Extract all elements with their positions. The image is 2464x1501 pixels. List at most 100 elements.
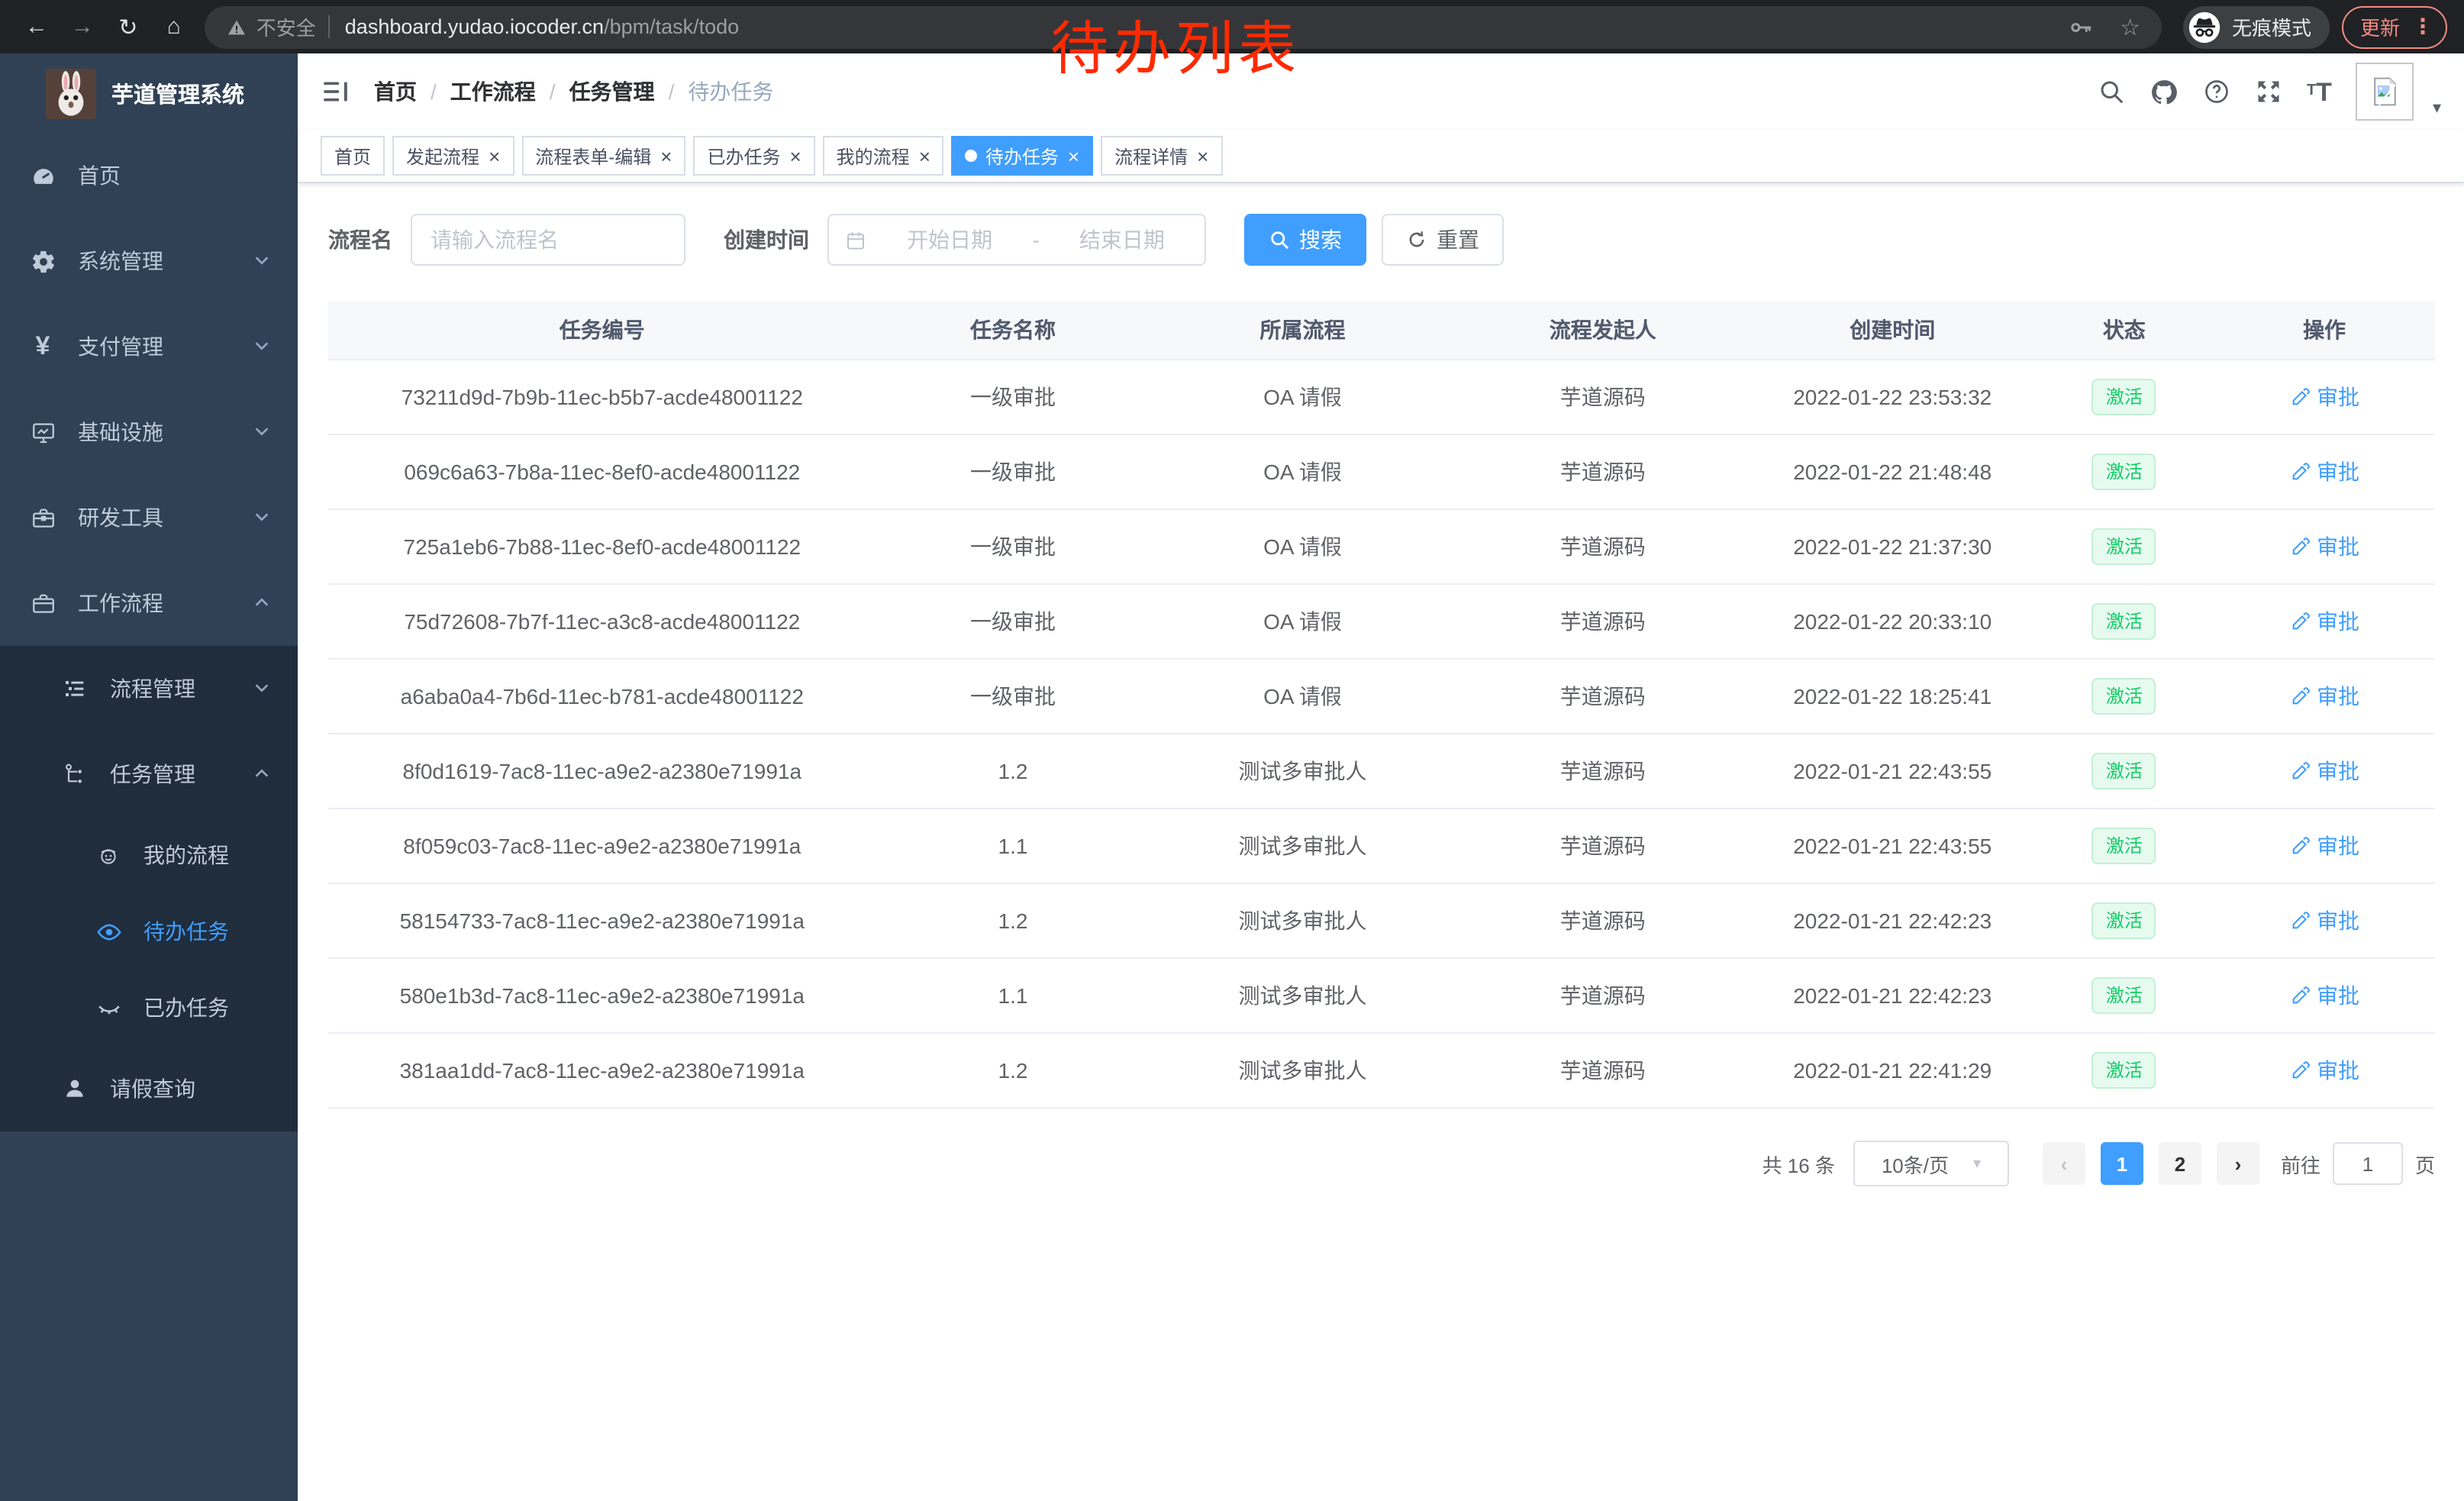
sidebar-item-leave-query[interactable]: 请假查询: [0, 1046, 298, 1131]
key-icon[interactable]: [2068, 15, 2092, 39]
approve-link[interactable]: 审批: [2289, 382, 2359, 412]
close-icon[interactable]: ×: [919, 146, 930, 166]
font-size-icon[interactable]: TT: [2307, 79, 2332, 105]
chevron-up-icon: [253, 762, 270, 786]
calendar-icon: [844, 228, 867, 251]
browser-update-button[interactable]: 更新 ⋮: [2342, 5, 2447, 48]
tab-start-process[interactable]: 发起流程×: [392, 136, 514, 176]
sidebar-item-my-process[interactable]: 我的流程: [0, 817, 298, 893]
status-badge: 激活: [2092, 828, 2156, 864]
close-icon[interactable]: ×: [789, 146, 801, 166]
tree-icon: [61, 760, 89, 788]
sidebar-item-devtools[interactable]: 研发工具: [0, 475, 298, 560]
approve-link[interactable]: 审批: [2289, 1055, 2359, 1086]
start-date-placeholder[interactable]: 开始日期: [882, 224, 1017, 255]
chevron-down-icon: [253, 676, 270, 701]
close-icon[interactable]: ×: [660, 146, 672, 166]
tab-todo-task[interactable]: 待办任务×: [952, 136, 1093, 176]
browser-back-icon[interactable]: ←: [18, 14, 55, 40]
action-cell: 审批: [2214, 509, 2435, 584]
reset-button[interactable]: 重置: [1382, 214, 1504, 266]
starter-cell: 芋道源码: [1456, 958, 1750, 1033]
process-cell: 测试多审批人: [1150, 1033, 1455, 1108]
sidebar-item-process-mgmt[interactable]: 流程管理: [0, 646, 298, 731]
create-time-label: 创建时间: [724, 224, 809, 255]
browser-forward-icon[interactable]: →: [64, 14, 101, 40]
task-table-body: 73211d9d-7b9b-11ec-b5b7-acde48001122一级审批…: [328, 360, 2435, 1108]
browser-menu-icon[interactable]: ⋮: [2412, 14, 2433, 40]
tab-done-task[interactable]: 已办任务×: [693, 136, 814, 176]
create-time-cell: 2022-01-22 21:48:48: [1750, 434, 2035, 509]
warning-icon: [226, 16, 247, 37]
broken-image-icon: [2369, 75, 2402, 108]
sidebar-item-done-task[interactable]: 已办任务: [0, 970, 298, 1046]
search-icon[interactable]: [2098, 78, 2125, 105]
sidebar-item-workflow[interactable]: 工作流程: [0, 560, 298, 646]
table-row: 8f059c03-7ac8-11ec-a9e2-a2380e71991a1.1测…: [328, 809, 2435, 883]
approve-link[interactable]: 审批: [2289, 606, 2359, 637]
sidebar-item-label: 首页: [78, 160, 121, 191]
screen: ← → ↻ ⌂ 不安全 dashboard.yudao.iocoder.cn/b…: [0, 0, 2464, 1501]
sidebar-item-infrastructure[interactable]: 基础设施: [0, 389, 298, 475]
browser-home-icon[interactable]: ⌂: [156, 14, 192, 40]
breadcrumb-workflow[interactable]: 工作流程: [450, 76, 536, 107]
create-time-cell: 2022-01-22 18:25:41: [1750, 659, 2035, 734]
status-badge: 激活: [2092, 753, 2156, 789]
sidebar-item-home[interactable]: 首页: [0, 133, 298, 218]
table-row: 580e1b3d-7ac8-11ec-a9e2-a2380e71991a1.1测…: [328, 958, 2435, 1033]
bookmark-star-icon[interactable]: ☆: [2120, 13, 2140, 40]
breadcrumb-home[interactable]: 首页: [374, 76, 417, 107]
approve-link[interactable]: 审批: [2289, 756, 2359, 786]
table-row: a6aba0a4-7b6d-11ec-b781-acde48001122一级审批…: [328, 659, 2435, 734]
task-id-cell: a6aba0a4-7b6d-11ec-b781-acde48001122: [328, 659, 876, 734]
sidebar-item-task-mgmt[interactable]: 任务管理: [0, 731, 298, 817]
breadcrumb-task-mgmt[interactable]: 任务管理: [569, 76, 655, 107]
closed-eye-icon: [95, 994, 122, 1022]
page-size-select[interactable]: 10条/页 ▾: [1853, 1141, 2009, 1186]
page-button-2[interactable]: 2: [2159, 1142, 2201, 1185]
browser-reload-icon[interactable]: ↻: [110, 13, 147, 40]
tab-my-process[interactable]: 我的流程×: [823, 136, 944, 176]
security-label[interactable]: 不安全: [256, 12, 316, 41]
end-date-placeholder[interactable]: 结束日期: [1055, 224, 1189, 255]
task-name-cell: 一级审批: [876, 584, 1150, 659]
approve-link[interactable]: 审批: [2289, 980, 2359, 1011]
help-icon[interactable]: [2203, 78, 2230, 105]
goto-unit: 页: [2415, 1149, 2435, 1178]
filter-bar: 流程名 请输入流程名 创建时间 开始日期 - 结束日期: [328, 214, 2435, 266]
search-button[interactable]: 搜索: [1244, 214, 1366, 266]
goto-page-input[interactable]: 1: [2333, 1142, 2403, 1185]
sidebar-toggle-icon[interactable]: [321, 76, 351, 107]
approve-link[interactable]: 审批: [2289, 831, 2359, 861]
status-cell: 激活: [2035, 809, 2214, 883]
task-name-cell: 一级审批: [876, 434, 1150, 509]
avatar-caret-icon[interactable]: ▾: [2433, 98, 2441, 118]
sidebar-item-system[interactable]: 系统管理: [0, 218, 298, 304]
prev-page-button[interactable]: ‹: [2043, 1142, 2085, 1185]
status-badge: 激活: [2092, 528, 2156, 565]
app-logo-row[interactable]: 芋道管理系统: [0, 53, 298, 133]
sidebar-item-label: 系统管理: [78, 246, 163, 276]
approve-link[interactable]: 审批: [2289, 681, 2359, 712]
starter-cell: 芋道源码: [1456, 584, 1750, 659]
avatar[interactable]: [2356, 63, 2414, 121]
sidebar-item-payment[interactable]: ¥ 支付管理: [0, 304, 298, 389]
process-name-input[interactable]: 请输入流程名: [411, 214, 685, 266]
github-icon[interactable]: [2150, 77, 2179, 106]
approve-link[interactable]: 审批: [2289, 457, 2359, 487]
close-icon[interactable]: ×: [1068, 146, 1079, 166]
sidebar-item-todo-task[interactable]: 待办任务: [0, 893, 298, 970]
create-time-range-picker[interactable]: 开始日期 - 结束日期: [827, 214, 1206, 266]
tab-home[interactable]: 首页: [321, 136, 385, 176]
col-task-id: 任务编号: [328, 301, 876, 360]
close-icon[interactable]: ×: [489, 146, 500, 166]
approve-link[interactable]: 审批: [2289, 905, 2359, 936]
next-page-button[interactable]: ›: [2217, 1142, 2259, 1185]
fullscreen-icon[interactable]: [2255, 78, 2282, 105]
tab-process-detail[interactable]: 流程详情×: [1101, 136, 1222, 176]
page-button-1[interactable]: 1: [2101, 1142, 2143, 1185]
task-name-cell: 1.2: [876, 1033, 1150, 1108]
tab-process-form-edit[interactable]: 流程表单-编辑×: [521, 136, 685, 176]
close-icon[interactable]: ×: [1197, 146, 1208, 166]
approve-link[interactable]: 审批: [2289, 531, 2359, 562]
